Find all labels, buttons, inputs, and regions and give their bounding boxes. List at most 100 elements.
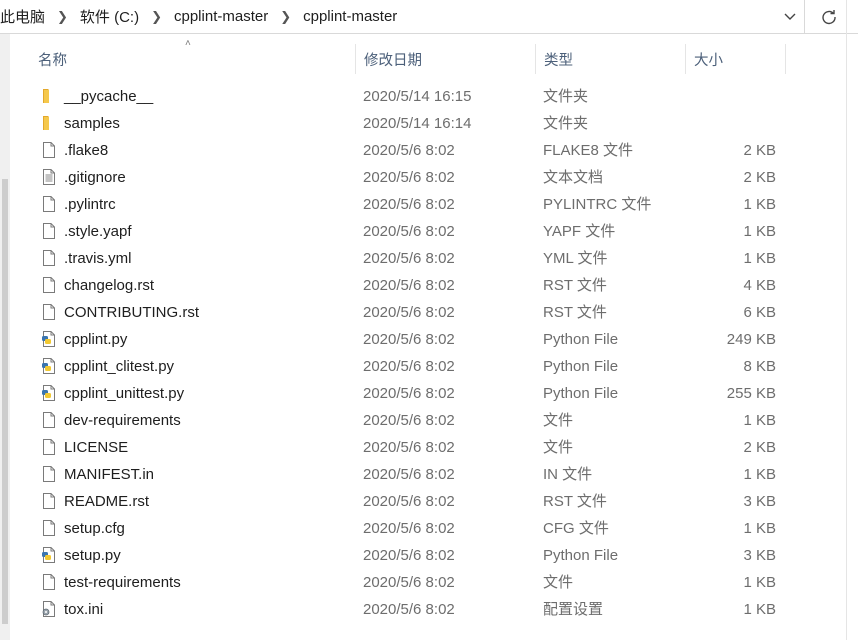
- file-type: 文件: [543, 574, 574, 591]
- file-date-modified: 2020/5/14 16:15: [363, 88, 472, 105]
- column-header-date[interactable]: 修改日期: [355, 44, 535, 74]
- file-name: .style.yapf: [64, 223, 132, 240]
- settings-file-icon: [40, 600, 58, 618]
- file-icon: [40, 465, 58, 483]
- file-row[interactable]: cpplint_unittest.py 2020/5/6 8:02 Python F…: [30, 380, 790, 407]
- file-row[interactable]: samples 2020/5/14 16:14 文件夹: [30, 110, 790, 137]
- column-header-type-label: 类型: [544, 52, 573, 69]
- file-date-modified: 2020/5/6 8:02: [363, 412, 455, 429]
- breadcrumb[interactable]: 此电脑 ❯ 软件 (C:) ❯ cpplint-master ❯ cpplint…: [0, 0, 805, 33]
- file-row[interactable]: .flake8 2020/5/6 8:02 FLAKE8 文件 2 KB: [30, 137, 790, 164]
- file-row[interactable]: setup.py 2020/5/6 8:02 Python File 3 KB: [30, 542, 790, 569]
- address-bar[interactable]: 此电脑 ❯ 软件 (C:) ❯ cpplint-master ❯ cpplint…: [0, 0, 858, 34]
- file-date-modified: 2020/5/6 8:02: [363, 277, 455, 294]
- scrollbar-thumb[interactable]: [2, 179, 8, 624]
- column-header-name[interactable]: 名称 ˄: [30, 38, 356, 74]
- file-row[interactable]: test-requirements 2020/5/6 8:02 文件 1 KB: [30, 569, 790, 596]
- python-file-icon: [40, 330, 58, 348]
- column-header-date-label: 修改日期: [364, 52, 422, 69]
- column-header-size[interactable]: 大小: [685, 44, 786, 74]
- python-file-icon: [40, 384, 58, 402]
- file-type: 配置设置: [543, 601, 604, 618]
- file-name: cpplint.py: [64, 331, 128, 348]
- folder-icon: [40, 114, 58, 132]
- file-date-modified: 2020/5/6 8:02: [363, 574, 455, 591]
- file-name: cpplint_clitest.py: [64, 358, 175, 375]
- file-row[interactable]: MANIFEST.in 2020/5/6 8:02 IN 文件 1 KB: [30, 461, 790, 488]
- file-date-modified: 2020/5/6 8:02: [363, 358, 455, 375]
- file-row[interactable]: CONTRIBUTING.rst 2020/5/6 8:02 RST 文件 6 KB: [30, 299, 790, 326]
- file-size: 3 KB: [743, 493, 776, 510]
- file-icon: [40, 303, 58, 321]
- file-row[interactable]: .gitignore 2020/5/6 8:02 文本文档 2 KB: [30, 164, 790, 191]
- file-type: CFG 文件: [543, 520, 609, 537]
- file-date-modified: 2020/5/6 8:02: [363, 601, 455, 618]
- file-date-modified: 2020/5/6 8:02: [363, 547, 455, 564]
- file-type: YML 文件: [543, 250, 608, 267]
- file-row[interactable]: .pylintrc 2020/5/6 8:02 PYLINTRC 文件 1 KB: [30, 191, 790, 218]
- file-icon: [40, 438, 58, 456]
- file-name: cpplint_unittest.py: [64, 385, 185, 402]
- file-size: 3 KB: [743, 547, 776, 564]
- file-icon: [40, 573, 58, 591]
- file-name: .flake8: [64, 142, 109, 159]
- file-size: 8 KB: [743, 358, 776, 375]
- file-row[interactable]: __pycache__ 2020/5/14 16:15 文件夹: [30, 83, 790, 110]
- file-date-modified: 2020/5/6 8:02: [363, 196, 455, 213]
- breadcrumb-drive[interactable]: 软件 (C:): [74, 6, 145, 27]
- column-header-name-label: 名称: [38, 52, 67, 69]
- file-date-modified: 2020/5/6 8:02: [363, 331, 455, 348]
- column-header-type[interactable]: 类型: [535, 44, 685, 74]
- file-name: test-requirements: [64, 574, 181, 591]
- navigation-pane-scrollbar[interactable]: [0, 34, 10, 640]
- file-type: PYLINTRC 文件: [543, 196, 652, 213]
- file-row[interactable]: tox.ini 2020/5/6 8:02 配置设置 1 KB: [30, 596, 790, 623]
- file-icon: [40, 195, 58, 213]
- file-icon: [40, 492, 58, 510]
- file-name: MANIFEST.in: [64, 466, 155, 483]
- file-size: 2 KB: [743, 439, 776, 456]
- file-size: 1 KB: [743, 223, 776, 240]
- file-row[interactable]: cpplint.py 2020/5/6 8:02 Python File 249 KB: [30, 326, 790, 353]
- file-size: 2 KB: [743, 169, 776, 186]
- breadcrumb-this-pc[interactable]: 此电脑: [0, 6, 51, 27]
- breadcrumb-folder[interactable]: cpplint-master: [168, 8, 274, 25]
- file-size: 1 KB: [743, 574, 776, 591]
- file-date-modified: 2020/5/6 8:02: [363, 493, 455, 510]
- file-list: __pycache__ 2020/5/14 16:15 文件夹 samples 2020…: [30, 83, 790, 623]
- file-row[interactable]: changelog.rst 2020/5/6 8:02 RST 文件 4 KB: [30, 272, 790, 299]
- python-file-icon: [40, 357, 58, 375]
- file-name: changelog.rst: [64, 277, 155, 294]
- file-type: 文本文档: [543, 169, 604, 186]
- file-icon: [40, 276, 58, 294]
- file-name: tox.ini: [64, 601, 104, 618]
- file-type: 文件夹: [543, 115, 589, 132]
- chevron-right-icon[interactable]: ❯: [145, 9, 168, 25]
- refresh-button[interactable]: [812, 0, 846, 33]
- breadcrumb-current-folder[interactable]: cpplint-master: [297, 8, 403, 25]
- chevron-down-icon[interactable]: [782, 8, 798, 24]
- file-type: Python File: [543, 331, 619, 348]
- file-row[interactable]: dev-requirements 2020/5/6 8:02 文件 1 KB: [30, 407, 790, 434]
- file-size: 1 KB: [743, 412, 776, 429]
- file-type: RST 文件: [543, 277, 607, 294]
- file-size: 255 KB: [726, 385, 776, 402]
- file-row[interactable]: .style.yapf 2020/5/6 8:02 YAPF 文件 1 KB: [30, 218, 790, 245]
- chevron-right-icon[interactable]: ❯: [51, 9, 74, 25]
- file-name: .pylintrc: [64, 196, 116, 213]
- file-icon: [40, 249, 58, 267]
- refresh-icon: [822, 9, 836, 24]
- file-row[interactable]: .travis.yml 2020/5/6 8:02 YML 文件 1 KB: [30, 245, 790, 272]
- file-row[interactable]: setup.cfg 2020/5/6 8:02 CFG 文件 1 KB: [30, 515, 790, 542]
- file-date-modified: 2020/5/6 8:02: [363, 250, 455, 267]
- file-date-modified: 2020/5/6 8:02: [363, 142, 455, 159]
- file-type: YAPF 文件: [543, 223, 616, 240]
- file-type: Python File: [543, 358, 619, 375]
- file-row[interactable]: cpplint_clitest.py 2020/5/6 8:02 Python Fi…: [30, 353, 790, 380]
- chevron-right-icon[interactable]: ❯: [274, 9, 297, 25]
- file-row[interactable]: README.rst 2020/5/6 8:02 RST 文件 3 KB: [30, 488, 790, 515]
- column-header-row: 名称 ˄ 修改日期 类型 大小: [30, 38, 788, 74]
- file-size: 1 KB: [743, 250, 776, 267]
- file-row[interactable]: LICENSE 2020/5/6 8:02 文件 2 KB: [30, 434, 790, 461]
- text-file-icon: [40, 168, 58, 186]
